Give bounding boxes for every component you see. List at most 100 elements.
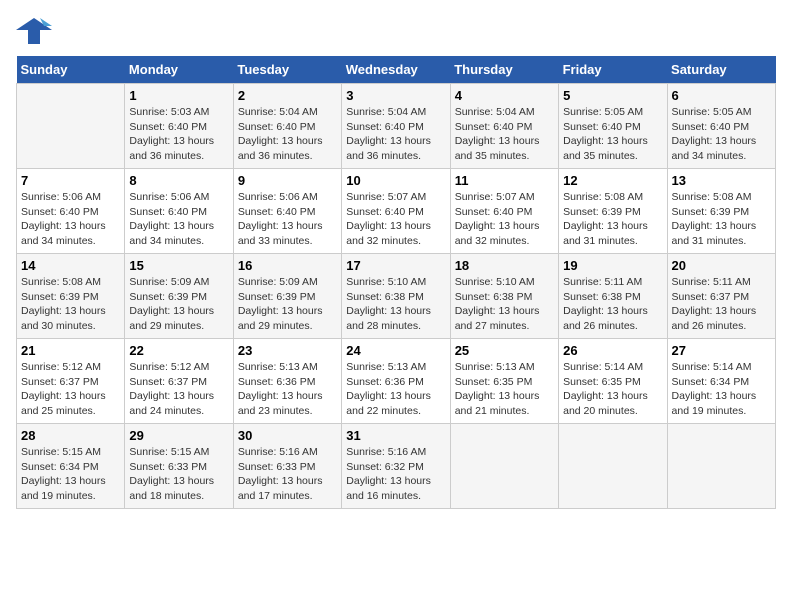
day-info: Sunrise: 5:12 AMSunset: 6:37 PMDaylight:… bbox=[21, 360, 120, 419]
calendar-cell: 6 Sunrise: 5:05 AMSunset: 6:40 PMDaylight… bbox=[667, 84, 775, 169]
day-number: 5 bbox=[563, 88, 662, 103]
weekday-header-thursday: Thursday bbox=[450, 56, 558, 84]
calendar-table: SundayMondayTuesdayWednesdayThursdayFrid… bbox=[16, 56, 776, 509]
day-number: 9 bbox=[238, 173, 337, 188]
day-number: 17 bbox=[346, 258, 445, 273]
calendar-cell: 2 Sunrise: 5:04 AMSunset: 6:40 PMDaylight… bbox=[233, 84, 341, 169]
calendar-cell: 15 Sunrise: 5:09 AMSunset: 6:39 PMDayligh… bbox=[125, 254, 233, 339]
calendar-cell: 24Sunrise: 5:13 AMSunset: 6:36 PMDayligh… bbox=[342, 339, 450, 424]
calendar-cell: 4 Sunrise: 5:04 AMSunset: 6:40 PMDaylight… bbox=[450, 84, 558, 169]
day-number: 7 bbox=[21, 173, 120, 188]
calendar-week-row: 14 Sunrise: 5:08 AMSunset: 6:39 PMDayligh… bbox=[17, 254, 776, 339]
day-info: Sunrise: 5:09 AMSunset: 6:39 PMDaylight:… bbox=[238, 275, 337, 334]
day-info: Sunrise: 5:06 AMSunset: 6:40 PMDaylight:… bbox=[21, 190, 120, 249]
day-info: Sunrise: 5:04 AMSunset: 6:40 PMDaylight:… bbox=[455, 105, 554, 164]
calendar-cell: 21 Sunrise: 5:12 AMSunset: 6:37 PMDayligh… bbox=[17, 339, 125, 424]
day-info: Sunrise: 5:15 AMSunset: 6:33 PMDaylight:… bbox=[129, 445, 228, 504]
weekday-header-monday: Monday bbox=[125, 56, 233, 84]
calendar-cell: 19 Sunrise: 5:11 AMSunset: 6:38 PMDayligh… bbox=[559, 254, 667, 339]
calendar-week-row: 28Sunrise: 5:15 AMSunset: 6:34 PMDayligh… bbox=[17, 424, 776, 509]
day-number: 19 bbox=[563, 258, 662, 273]
day-number: 6 bbox=[672, 88, 771, 103]
calendar-cell: 12 Sunrise: 5:08 AMSunset: 6:39 PMDayligh… bbox=[559, 169, 667, 254]
day-number: 12 bbox=[563, 173, 662, 188]
day-number: 28 bbox=[21, 428, 120, 443]
calendar-week-row: 1 Sunrise: 5:03 AMSunset: 6:40 PMDaylight… bbox=[17, 84, 776, 169]
calendar-cell: 7 Sunrise: 5:06 AMSunset: 6:40 PMDaylight… bbox=[17, 169, 125, 254]
day-number: 16 bbox=[238, 258, 337, 273]
day-info: Sunrise: 5:07 AMSunset: 6:40 PMDaylight:… bbox=[346, 190, 445, 249]
calendar-cell: 18 Sunrise: 5:10 AMSunset: 6:38 PMDayligh… bbox=[450, 254, 558, 339]
page-header bbox=[16, 16, 776, 46]
calendar-week-row: 21 Sunrise: 5:12 AMSunset: 6:37 PMDayligh… bbox=[17, 339, 776, 424]
day-info: Sunrise: 5:16 AMSunset: 6:33 PMDaylight:… bbox=[238, 445, 337, 504]
calendar-cell bbox=[450, 424, 558, 509]
calendar-cell: 11 Sunrise: 5:07 AMSunset: 6:40 PMDayligh… bbox=[450, 169, 558, 254]
weekday-header-sunday: Sunday bbox=[17, 56, 125, 84]
calendar-cell: 30 Sunrise: 5:16 AMSunset: 6:33 PMDayligh… bbox=[233, 424, 341, 509]
day-number: 11 bbox=[455, 173, 554, 188]
day-info: Sunrise: 5:08 AMSunset: 6:39 PMDaylight:… bbox=[563, 190, 662, 249]
weekday-header-row: SundayMondayTuesdayWednesdayThursdayFrid… bbox=[17, 56, 776, 84]
calendar-cell: 13 Sunrise: 5:08 AMSunset: 6:39 PMDayligh… bbox=[667, 169, 775, 254]
day-number: 10 bbox=[346, 173, 445, 188]
calendar-cell: 29 Sunrise: 5:15 AMSunset: 6:33 PMDayligh… bbox=[125, 424, 233, 509]
day-info: Sunrise: 5:10 AMSunset: 6:38 PMDaylight:… bbox=[346, 275, 445, 334]
day-info: Sunrise: 5:05 AMSunset: 6:40 PMDaylight:… bbox=[672, 105, 771, 164]
day-number: 18 bbox=[455, 258, 554, 273]
day-number: 22 bbox=[129, 343, 228, 358]
day-info: Sunrise: 5:13 AMSunset: 6:36 PMDaylight:… bbox=[238, 360, 337, 419]
calendar-cell: 26Sunrise: 5:14 AMSunset: 6:35 PMDayligh… bbox=[559, 339, 667, 424]
day-info: Sunrise: 5:14 AMSunset: 6:34 PMDaylight:… bbox=[672, 360, 771, 419]
day-info: Sunrise: 5:13 AMSunset: 6:36 PMDaylight:… bbox=[346, 360, 445, 419]
logo bbox=[16, 16, 56, 46]
day-number: 14 bbox=[21, 258, 120, 273]
calendar-cell: 16 Sunrise: 5:09 AMSunset: 6:39 PMDayligh… bbox=[233, 254, 341, 339]
calendar-cell: 28Sunrise: 5:15 AMSunset: 6:34 PMDayligh… bbox=[17, 424, 125, 509]
day-info: Sunrise: 5:08 AMSunset: 6:39 PMDaylight:… bbox=[672, 190, 771, 249]
weekday-header-wednesday: Wednesday bbox=[342, 56, 450, 84]
day-number: 29 bbox=[129, 428, 228, 443]
day-number: 15 bbox=[129, 258, 228, 273]
calendar-week-row: 7 Sunrise: 5:06 AMSunset: 6:40 PMDaylight… bbox=[17, 169, 776, 254]
weekday-header-tuesday: Tuesday bbox=[233, 56, 341, 84]
calendar-cell: 22Sunrise: 5:12 AMSunset: 6:37 PMDayligh… bbox=[125, 339, 233, 424]
calendar-cell bbox=[559, 424, 667, 509]
day-number: 30 bbox=[238, 428, 337, 443]
day-number: 21 bbox=[21, 343, 120, 358]
day-info: Sunrise: 5:09 AMSunset: 6:39 PMDaylight:… bbox=[129, 275, 228, 334]
day-info: Sunrise: 5:10 AMSunset: 6:38 PMDaylight:… bbox=[455, 275, 554, 334]
calendar-cell: 23 Sunrise: 5:13 AMSunset: 6:36 PMDayligh… bbox=[233, 339, 341, 424]
calendar-cell: 9Sunrise: 5:06 AMSunset: 6:40 PMDaylight… bbox=[233, 169, 341, 254]
day-info: Sunrise: 5:16 AMSunset: 6:32 PMDaylight:… bbox=[346, 445, 445, 504]
day-info: Sunrise: 5:13 AMSunset: 6:35 PMDaylight:… bbox=[455, 360, 554, 419]
day-number: 25 bbox=[455, 343, 554, 358]
day-number: 27 bbox=[672, 343, 771, 358]
calendar-cell: 20Sunrise: 5:11 AMSunset: 6:37 PMDayligh… bbox=[667, 254, 775, 339]
weekday-header-saturday: Saturday bbox=[667, 56, 775, 84]
logo-icon bbox=[16, 16, 52, 46]
day-info: Sunrise: 5:07 AMSunset: 6:40 PMDaylight:… bbox=[455, 190, 554, 249]
day-info: Sunrise: 5:05 AMSunset: 6:40 PMDaylight:… bbox=[563, 105, 662, 164]
calendar-cell: 27 Sunrise: 5:14 AMSunset: 6:34 PMDayligh… bbox=[667, 339, 775, 424]
day-number: 8 bbox=[129, 173, 228, 188]
calendar-cell: 5 Sunrise: 5:05 AMSunset: 6:40 PMDaylight… bbox=[559, 84, 667, 169]
day-number: 2 bbox=[238, 88, 337, 103]
day-info: Sunrise: 5:08 AMSunset: 6:39 PMDaylight:… bbox=[21, 275, 120, 334]
calendar-cell bbox=[667, 424, 775, 509]
day-number: 26 bbox=[563, 343, 662, 358]
day-number: 23 bbox=[238, 343, 337, 358]
day-info: Sunrise: 5:06 AMSunset: 6:40 PMDaylight:… bbox=[129, 190, 228, 249]
day-info: Sunrise: 5:03 AMSunset: 6:40 PMDaylight:… bbox=[129, 105, 228, 164]
calendar-cell: 10 Sunrise: 5:07 AMSunset: 6:40 PMDayligh… bbox=[342, 169, 450, 254]
day-number: 3 bbox=[346, 88, 445, 103]
day-info: Sunrise: 5:04 AMSunset: 6:40 PMDaylight:… bbox=[238, 105, 337, 164]
calendar-cell: 8 Sunrise: 5:06 AMSunset: 6:40 PMDaylight… bbox=[125, 169, 233, 254]
day-number: 1 bbox=[129, 88, 228, 103]
day-number: 13 bbox=[672, 173, 771, 188]
calendar-cell: 1 Sunrise: 5:03 AMSunset: 6:40 PMDaylight… bbox=[125, 84, 233, 169]
day-info: Sunrise: 5:11 AMSunset: 6:38 PMDaylight:… bbox=[563, 275, 662, 334]
day-number: 20 bbox=[672, 258, 771, 273]
calendar-cell bbox=[17, 84, 125, 169]
day-number: 4 bbox=[455, 88, 554, 103]
